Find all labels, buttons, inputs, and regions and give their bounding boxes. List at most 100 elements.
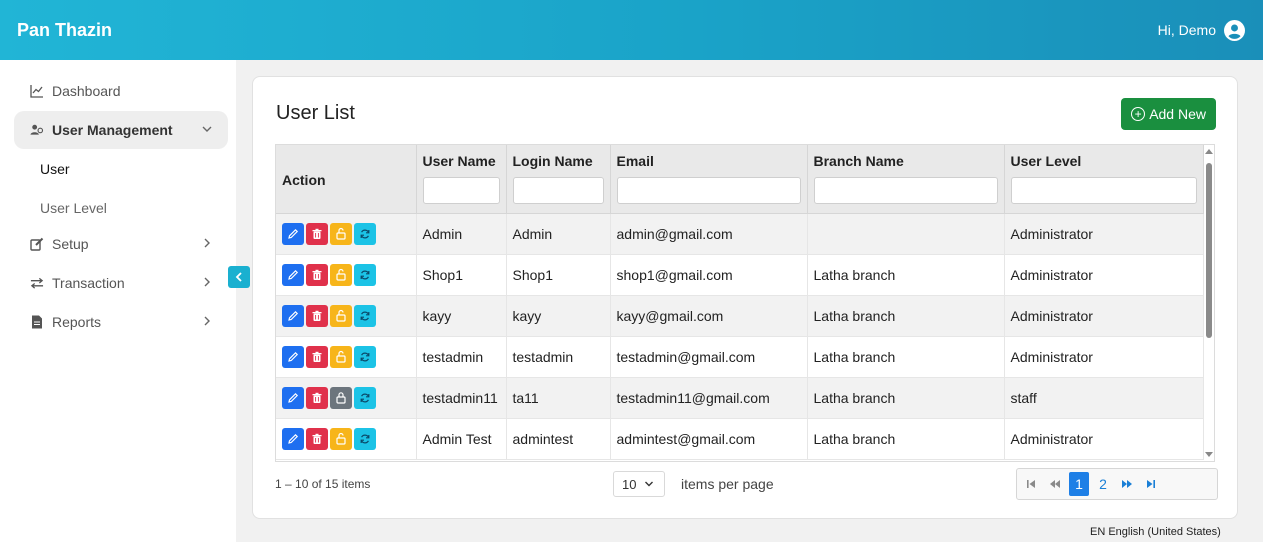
user-avatar-icon[interactable] (1224, 19, 1245, 41)
user-name-cell: Admin (416, 213, 507, 255)
action-cell (276, 418, 417, 460)
login-name-cell: admintest (506, 418, 611, 460)
sidebar-subitem-user[interactable]: User (40, 161, 70, 177)
user-name-cell: testadmin (416, 336, 507, 378)
sidebar-item-transaction[interactable]: Transaction (14, 264, 228, 302)
unlock-icon[interactable] (330, 345, 352, 368)
page-button-2[interactable]: 2 (1093, 472, 1113, 496)
unlock-icon[interactable] (330, 222, 352, 245)
action-cell (276, 254, 417, 296)
edit-icon[interactable] (282, 222, 304, 245)
delete-icon[interactable] (306, 263, 328, 286)
email-cell: shop1@gmail.com (610, 254, 808, 296)
first-page-icon[interactable] (1021, 472, 1041, 496)
table-row[interactable]: Admin Admin admin@gmail.com Administrator (276, 213, 1204, 255)
scroll-down-arrow[interactable] (1205, 452, 1213, 457)
delete-icon[interactable] (306, 222, 328, 245)
delete-icon[interactable] (306, 345, 328, 368)
delete-icon[interactable] (306, 386, 328, 409)
action-cell (276, 295, 417, 337)
user-grid: Action User Name Login Name Email Branch… (275, 144, 1215, 462)
user-level-cell: Administrator (1004, 213, 1204, 255)
table-row[interactable]: testadmin11 ta11 testadmin11@gmail.com Lath… (276, 377, 1204, 419)
unlock-icon[interactable] (330, 427, 352, 450)
user-name-cell: Admin Test (416, 418, 507, 460)
next-page-icon[interactable] (1117, 472, 1137, 496)
plus-circle-icon: + (1131, 107, 1146, 121)
chevron-down-icon (645, 481, 654, 487)
user-name-cell: kayy (416, 295, 507, 337)
sidebar-item-setup[interactable]: Setup (14, 225, 228, 263)
user-level-cell: Administrator (1004, 254, 1204, 296)
reset-password-icon[interactable] (354, 222, 376, 245)
add-new-button[interactable]: + Add New (1121, 98, 1216, 130)
page-size-select[interactable]: 10 (613, 471, 665, 497)
table-row[interactable]: Admin Test admintest admintest@gmail.com La… (276, 418, 1204, 460)
page-button-1[interactable]: 1 (1069, 472, 1089, 496)
column-header-action: Action (276, 145, 417, 214)
table-header-row: Action User Name Login Name Email Branch… (276, 145, 1204, 214)
unlock-icon[interactable] (330, 263, 352, 286)
sidebar-item-label: Transaction (52, 275, 125, 291)
column-header-login-name[interactable]: Login Name (506, 145, 611, 214)
email-cell: admin@gmail.com (610, 213, 808, 255)
app-title: Pan Thazin (17, 19, 113, 40)
reset-password-icon[interactable] (354, 263, 376, 286)
reset-password-icon[interactable] (354, 345, 376, 368)
sidebar-item-label: Dashboard (52, 83, 121, 99)
table-row[interactable]: Shop1 Shop1 shop1@gmail.com Latha branch Adm… (276, 254, 1204, 296)
column-header-branch-name[interactable]: Branch Name (807, 145, 1005, 214)
grid-scrollbar[interactable] (1203, 147, 1215, 459)
previous-page-icon[interactable] (1045, 472, 1065, 496)
column-header-user-name[interactable]: User Name (416, 145, 507, 214)
lock-icon[interactable] (330, 386, 352, 409)
user-name-cell: testadmin11 (416, 377, 507, 419)
delete-icon[interactable] (306, 304, 328, 327)
user-level-filter-input[interactable] (1010, 177, 1197, 204)
edit-icon[interactable] (282, 386, 304, 409)
edit-icon[interactable] (282, 263, 304, 286)
reset-password-icon[interactable] (354, 304, 376, 327)
user-level-cell: Administrator (1004, 295, 1204, 337)
edit-icon[interactable] (282, 345, 304, 368)
chevron-right-icon (200, 314, 214, 328)
top-bar: Pan Thazin Hi, Demo (0, 0, 1263, 60)
email-cell: testadmin11@gmail.com (610, 377, 808, 419)
user-name-filter-input[interactable] (422, 177, 500, 204)
email-filter-input[interactable] (616, 177, 801, 204)
login-name-cell: kayy (506, 295, 611, 337)
scroll-up-arrow[interactable] (1205, 149, 1213, 154)
user-menu[interactable]: Hi, Demo (1157, 19, 1245, 41)
sidebar-item-reports[interactable]: Reports (14, 303, 228, 341)
scrollbar-thumb[interactable] (1206, 163, 1212, 338)
sidebar-item-user-management[interactable]: User Management (14, 111, 228, 149)
sidebar: Dashboard User Management User User Leve… (0, 60, 236, 542)
edit-icon[interactable] (282, 304, 304, 327)
column-header-user-level[interactable]: User Level (1004, 145, 1204, 214)
pagination: 1 2 (1016, 468, 1218, 500)
reset-password-icon[interactable] (354, 427, 376, 450)
edit-icon[interactable] (282, 427, 304, 450)
file-icon (30, 315, 44, 329)
delete-icon[interactable] (306, 427, 328, 450)
login-name-filter-input[interactable] (512, 177, 604, 204)
last-page-icon[interactable] (1141, 472, 1161, 496)
add-new-label: Add New (1149, 106, 1206, 122)
column-header-email[interactable]: Email (610, 145, 808, 214)
greeting-text: Hi, Demo (1157, 22, 1216, 38)
table-row[interactable]: testadmin testadmin testadmin@gmail.com Lat… (276, 336, 1204, 378)
collapse-sidebar-button[interactable] (228, 266, 250, 288)
user-level-cell: Administrator (1004, 336, 1204, 378)
page-size-value: 10 (622, 476, 637, 492)
sidebar-item-dashboard[interactable]: Dashboard (14, 72, 228, 110)
reset-password-icon[interactable] (354, 386, 376, 409)
branch-name-cell: Latha branch (807, 377, 1005, 419)
sidebar-subitem-user-level[interactable]: User Level (40, 200, 107, 216)
edit-icon (30, 237, 44, 251)
table-row[interactable]: kayy kayy kayy@gmail.com Latha branch Admini… (276, 295, 1204, 337)
unlock-icon[interactable] (330, 304, 352, 327)
action-cell (276, 377, 417, 419)
branch-name-filter-input[interactable] (813, 177, 998, 204)
sidebar-item-label: User Management (52, 122, 173, 138)
chevron-right-icon (200, 275, 214, 289)
